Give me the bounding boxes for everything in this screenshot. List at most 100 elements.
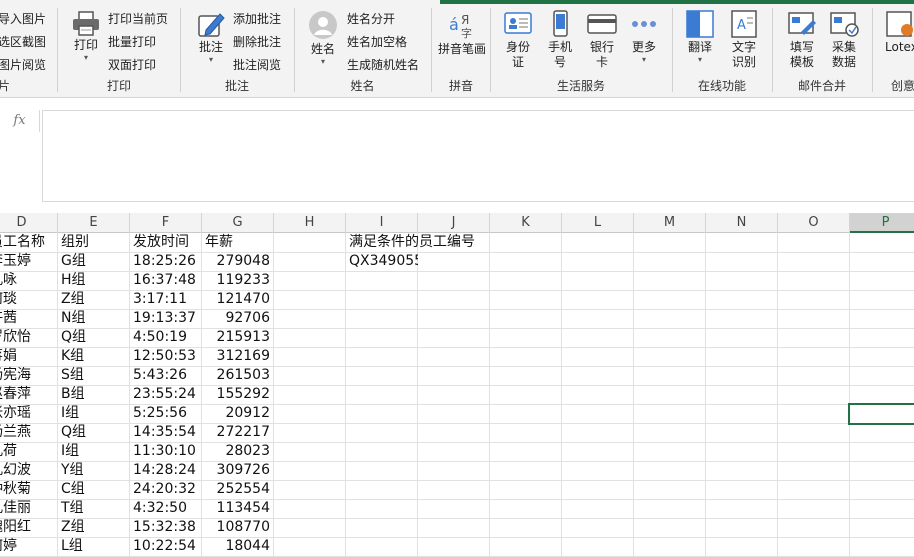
more-button[interactable]: 更多 ▾ bbox=[627, 10, 661, 65]
pinyin-stroke-button[interactable]: á Я 字 拼音笔画 bbox=[438, 10, 486, 57]
image-preview-button[interactable]: 图片阅览 bbox=[0, 56, 46, 79]
issue-time-cell[interactable]: 3:17:11 bbox=[130, 290, 202, 309]
column-header-g[interactable]: G bbox=[202, 213, 274, 233]
employee-name-cell[interactable]: 何琰 bbox=[0, 290, 58, 309]
annual-salary-cell[interactable]: 20912 bbox=[202, 404, 274, 423]
batch-print-button[interactable]: 批量打印 bbox=[108, 33, 168, 56]
employee-name-cell[interactable]: 魏阳红 bbox=[0, 518, 58, 537]
column-header-n[interactable]: N bbox=[706, 213, 778, 233]
annual-salary-cell[interactable]: 261503 bbox=[202, 366, 274, 385]
issue-time-cell[interactable]: 4:32:50 bbox=[130, 499, 202, 518]
group-cell[interactable]: S组 bbox=[58, 366, 130, 385]
group-cell[interactable]: Y组 bbox=[58, 461, 130, 480]
annual-salary-cell[interactable]: 18044 bbox=[202, 537, 274, 556]
employee-name-cell[interactable]: 孔咏 bbox=[0, 271, 58, 290]
split-name-button[interactable]: 姓名分开 bbox=[347, 10, 419, 33]
group-cell[interactable]: B组 bbox=[58, 385, 130, 404]
import-image-button[interactable]: 导入图片 bbox=[0, 10, 46, 33]
column-header-d[interactable]: D bbox=[0, 213, 58, 233]
annual-salary-cell[interactable]: 215913 bbox=[202, 328, 274, 347]
employee-name-cell[interactable]: 李玉婷 bbox=[0, 252, 58, 271]
column-header-k[interactable]: K bbox=[490, 213, 562, 233]
group-cell[interactable]: C组 bbox=[58, 480, 130, 499]
annual-salary-cell[interactable]: 312169 bbox=[202, 347, 274, 366]
header-cell-employee-name[interactable]: 员工名称 bbox=[0, 233, 58, 252]
column-header-o[interactable]: O bbox=[778, 213, 850, 233]
employee-name-cell[interactable]: 赵春萍 bbox=[0, 385, 58, 404]
employee-name-cell[interactable]: 何婷 bbox=[0, 537, 58, 556]
name-add-space-button[interactable]: 姓名加空格 bbox=[347, 33, 419, 56]
id-card-button[interactable]: 身份证 bbox=[501, 10, 535, 70]
issue-time-cell[interactable]: 5:43:26 bbox=[130, 366, 202, 385]
column-header-e[interactable]: E bbox=[58, 213, 130, 233]
issue-time-cell[interactable]: 19:13:37 bbox=[130, 309, 202, 328]
annual-salary-cell[interactable]: 309726 bbox=[202, 461, 274, 480]
active-cell-selection[interactable] bbox=[848, 403, 914, 425]
group-cell[interactable]: L组 bbox=[58, 537, 130, 556]
group-cell[interactable]: Q组 bbox=[58, 328, 130, 347]
employee-name-cell[interactable]: 孔佳丽 bbox=[0, 499, 58, 518]
column-header-p[interactable]: P bbox=[850, 213, 914, 233]
employee-name-cell[interactable]: 蒋娟 bbox=[0, 347, 58, 366]
annual-salary-cell[interactable]: 108770 bbox=[202, 518, 274, 537]
group-cell[interactable]: Q组 bbox=[58, 423, 130, 442]
employee-name-cell[interactable]: 张亦瑶 bbox=[0, 404, 58, 423]
annual-salary-cell[interactable]: 252554 bbox=[202, 480, 274, 499]
delete-annotation-button[interactable]: 删除批注 bbox=[233, 33, 281, 56]
print-current-page-button[interactable]: 打印当前页 bbox=[108, 10, 168, 33]
bank-card-button[interactable]: 银行卡 bbox=[585, 10, 619, 70]
text-recognition-button[interactable]: A 文字识别 bbox=[727, 10, 761, 70]
annual-salary-cell[interactable]: 155292 bbox=[202, 385, 274, 404]
insert-function-button[interactable]: fx bbox=[0, 110, 40, 132]
header-cell-group[interactable]: 组别 bbox=[58, 233, 130, 252]
group-cell[interactable]: H组 bbox=[58, 271, 130, 290]
employee-name-cell[interactable]: 孔荷 bbox=[0, 442, 58, 461]
criteria-value-cell[interactable]: QX3490556 bbox=[346, 252, 418, 271]
issue-time-cell[interactable]: 4:50:19 bbox=[130, 328, 202, 347]
group-cell[interactable]: I组 bbox=[58, 442, 130, 461]
employee-name-cell[interactable]: 孔幻波 bbox=[0, 461, 58, 480]
issue-time-cell[interactable]: 24:20:32 bbox=[130, 480, 202, 499]
header-cell-issue-time[interactable]: 发放时间 bbox=[130, 233, 202, 252]
print-button[interactable]: 打印 ▾ bbox=[66, 10, 106, 63]
group-cell[interactable]: G组 bbox=[58, 252, 130, 271]
group-cell[interactable]: N组 bbox=[58, 309, 130, 328]
issue-time-cell[interactable]: 10:22:54 bbox=[130, 537, 202, 556]
issue-time-cell[interactable]: 15:32:38 bbox=[130, 518, 202, 537]
fill-template-button[interactable]: 填写模板 bbox=[785, 10, 819, 70]
employee-name-cell[interactable]: 钟秋菊 bbox=[0, 480, 58, 499]
column-header-h[interactable]: H bbox=[274, 213, 346, 233]
issue-time-cell[interactable]: 18:25:26 bbox=[130, 252, 202, 271]
phone-number-button[interactable]: 手机号 bbox=[543, 10, 577, 70]
column-header-i[interactable]: I bbox=[346, 213, 418, 233]
header-cell-annual-salary[interactable]: 年薪 bbox=[202, 233, 274, 252]
annual-salary-cell[interactable]: 272217 bbox=[202, 423, 274, 442]
employee-name-cell[interactable]: 杨宪海 bbox=[0, 366, 58, 385]
employee-name-cell[interactable]: 许茜 bbox=[0, 309, 58, 328]
view-annotation-button[interactable]: 批注阅览 bbox=[233, 56, 281, 79]
group-cell[interactable]: Z组 bbox=[58, 518, 130, 537]
translate-button[interactable]: 翻译 ▾ bbox=[681, 10, 719, 65]
group-cell[interactable]: K组 bbox=[58, 347, 130, 366]
annual-salary-cell[interactable]: 113454 bbox=[202, 499, 274, 518]
issue-time-cell[interactable]: 12:50:53 bbox=[130, 347, 202, 366]
add-annotation-button[interactable]: 添加批注 bbox=[233, 10, 281, 33]
issue-time-cell[interactable]: 14:28:24 bbox=[130, 461, 202, 480]
lotex-button[interactable]: Lotex bbox=[885, 10, 914, 55]
employee-name-cell[interactable]: 罗欣怡 bbox=[0, 328, 58, 347]
issue-time-cell[interactable]: 5:25:56 bbox=[130, 404, 202, 423]
random-name-button[interactable]: 生成随机姓名 bbox=[347, 56, 419, 79]
annual-salary-cell[interactable]: 92706 bbox=[202, 309, 274, 328]
annotate-button[interactable]: 批注 ▾ bbox=[191, 10, 231, 65]
employee-name-cell[interactable]: 杨兰燕 bbox=[0, 423, 58, 442]
group-cell[interactable]: I组 bbox=[58, 404, 130, 423]
duplex-print-button[interactable]: 双面打印 bbox=[108, 56, 168, 79]
collect-data-button[interactable]: 采集数据 bbox=[827, 10, 861, 70]
region-screenshot-button[interactable]: 选区截图 bbox=[0, 33, 46, 56]
group-cell[interactable]: Z组 bbox=[58, 290, 130, 309]
annual-salary-cell[interactable]: 28023 bbox=[202, 442, 274, 461]
formula-input[interactable] bbox=[42, 110, 914, 202]
issue-time-cell[interactable]: 14:35:54 bbox=[130, 423, 202, 442]
spreadsheet-grid[interactable]: DEFGHIJKLMNOP 员工名称组别发放时间年薪 满足条件的员工编号QX349… bbox=[0, 213, 914, 557]
issue-time-cell[interactable]: 23:55:24 bbox=[130, 385, 202, 404]
